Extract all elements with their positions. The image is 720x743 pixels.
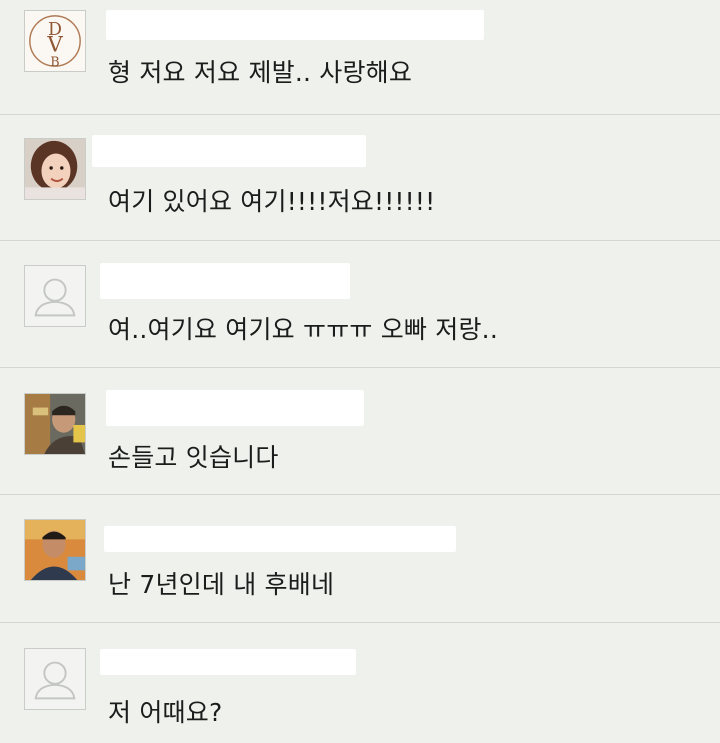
comment-list: D V B 형 저요 저요 제발.. 사랑해요 여기 있어요 여기!!!!저요!… xyxy=(0,0,720,743)
comment-text: 여기 있어요 여기!!!!저요!!!!!! xyxy=(108,187,436,216)
photo-avatar-girl[interactable] xyxy=(24,138,86,200)
photo-avatar-man[interactable] xyxy=(24,393,86,455)
comment-text: 여..여기요 여기요 ㅠㅠㅠ 오빠 저랑.. xyxy=(108,315,498,344)
comment-item: 난 7년인데 내 후배네 xyxy=(0,495,720,623)
username-redacted xyxy=(104,526,456,552)
comment-item: 손들고 잇습니다 xyxy=(0,368,720,495)
default-user-icon[interactable] xyxy=(24,265,86,327)
comment-text: 손들고 잇습니다 xyxy=(108,443,279,472)
comment-item: 여..여기요 여기요 ㅠㅠㅠ 오빠 저랑.. xyxy=(0,241,720,368)
photo-avatar-older-man[interactable] xyxy=(24,519,86,581)
comment-item: 저 어때요? xyxy=(0,623,720,743)
default-user-icon[interactable] xyxy=(24,648,86,710)
comment-text: 난 7년인데 내 후배네 xyxy=(108,570,335,599)
username-redacted xyxy=(106,390,364,426)
monogram-letter: B xyxy=(50,54,59,69)
username-redacted xyxy=(100,263,350,299)
comment-text: 형 저요 저요 제발.. 사랑해요 xyxy=(108,58,413,87)
comment-text: 저 어때요? xyxy=(108,698,223,727)
username-redacted xyxy=(106,10,484,40)
username-redacted xyxy=(92,135,366,167)
comment-item: 여기 있어요 여기!!!!저요!!!!!! xyxy=(0,115,720,241)
username-redacted xyxy=(100,649,356,675)
comment-item: D V B 형 저요 저요 제발.. 사랑해요 xyxy=(0,0,720,115)
monogram-logo-avatar[interactable]: D V B xyxy=(24,10,86,72)
